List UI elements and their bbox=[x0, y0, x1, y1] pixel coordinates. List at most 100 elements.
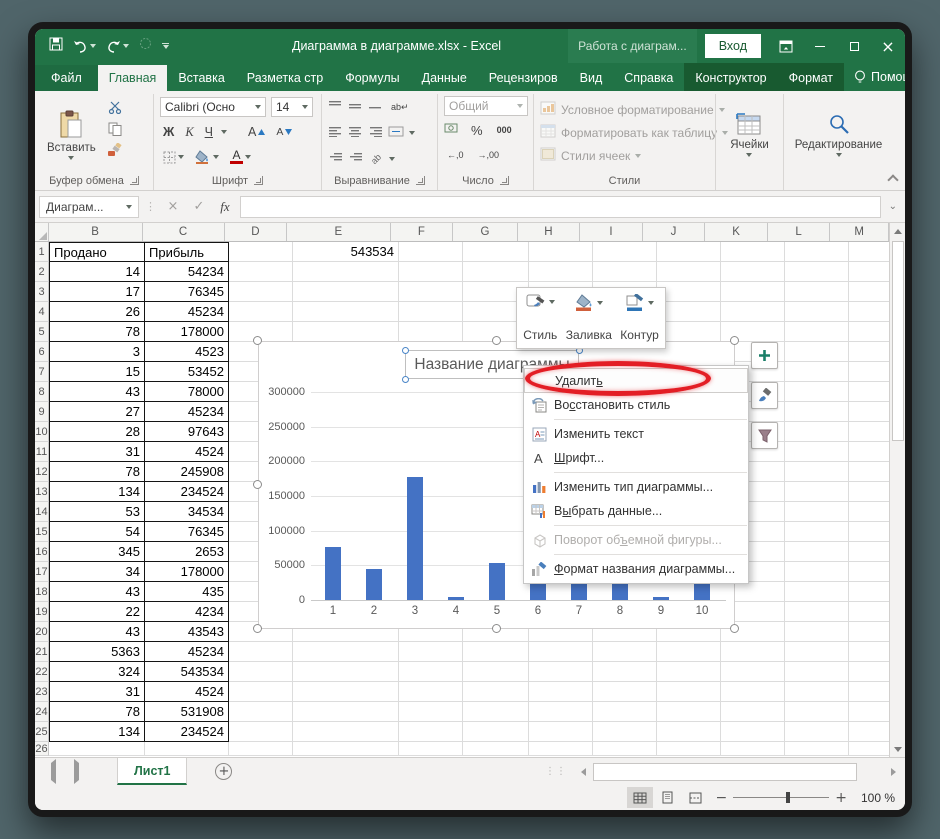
merge-caret[interactable] bbox=[409, 131, 415, 135]
cell-K21[interactable] bbox=[721, 642, 785, 662]
align-center-icon[interactable] bbox=[348, 124, 363, 142]
cell-M22[interactable] bbox=[849, 662, 889, 682]
cell-M20[interactable] bbox=[849, 622, 889, 642]
customize-qat-caret[interactable] bbox=[162, 43, 169, 49]
alignment-dialog-launcher[interactable] bbox=[416, 176, 425, 185]
cell-B14[interactable]: 53 bbox=[49, 502, 145, 522]
column-header-H[interactable]: H bbox=[518, 223, 581, 241]
row-header-19[interactable]: 19 bbox=[35, 602, 49, 622]
cell-M18[interactable] bbox=[849, 582, 889, 602]
cell-L2[interactable] bbox=[785, 262, 849, 282]
decrease-indent-icon[interactable] bbox=[328, 150, 343, 168]
font-name-select[interactable]: Calibri (Осно bbox=[160, 97, 266, 117]
cell-H2[interactable] bbox=[529, 262, 593, 282]
cell-B25[interactable]: 134 bbox=[49, 722, 145, 742]
row-header-3[interactable]: 3 bbox=[35, 282, 49, 302]
cell-M5[interactable] bbox=[849, 322, 889, 342]
chart-bar-2[interactable] bbox=[366, 569, 382, 600]
cell-M6[interactable] bbox=[849, 342, 889, 362]
ribbon-tab[interactable]: Вставка bbox=[167, 65, 235, 91]
copy-icon[interactable] bbox=[106, 121, 124, 136]
cell-C22[interactable]: 543534 bbox=[145, 662, 229, 682]
chart-resize-handle[interactable] bbox=[492, 624, 501, 633]
cell-M11[interactable] bbox=[849, 442, 889, 462]
row-header-16[interactable]: 16 bbox=[35, 542, 49, 562]
cell-F5[interactable] bbox=[399, 322, 463, 342]
menu-item[interactable]: Формат названия диаграммы... bbox=[524, 557, 748, 581]
zoom-in-button[interactable]: + bbox=[829, 790, 853, 806]
cell-K24[interactable] bbox=[721, 702, 785, 722]
percent-style-button[interactable]: % bbox=[468, 123, 486, 138]
cell-D26[interactable] bbox=[229, 742, 293, 756]
cell-M26[interactable] bbox=[849, 742, 889, 756]
ribbon-tab[interactable]: Формулы bbox=[334, 65, 410, 91]
cell-B3[interactable]: 17 bbox=[49, 282, 145, 302]
row-header-2[interactable]: 2 bbox=[35, 262, 49, 282]
cell-G23[interactable] bbox=[463, 682, 529, 702]
column-header-B[interactable]: B bbox=[49, 223, 143, 241]
cell-H1[interactable] bbox=[529, 242, 593, 262]
cell-M10[interactable] bbox=[849, 422, 889, 442]
ribbon-tab-file[interactable]: Файл bbox=[35, 65, 98, 91]
cell-F26[interactable] bbox=[399, 742, 463, 756]
normal-view-button[interactable] bbox=[627, 787, 653, 808]
cell-G1[interactable] bbox=[463, 242, 529, 262]
cell-E5[interactable] bbox=[293, 322, 399, 342]
cell-C11[interactable]: 4524 bbox=[145, 442, 229, 462]
cell-M19[interactable] bbox=[849, 602, 889, 622]
chart-resize-handle[interactable] bbox=[253, 336, 262, 345]
increase-indent-icon[interactable] bbox=[348, 150, 363, 168]
touch-mode-icon[interactable] bbox=[139, 37, 152, 55]
menu-item[interactable]: Изменить тип диаграммы... bbox=[524, 475, 748, 499]
cell-E3[interactable] bbox=[293, 282, 399, 302]
cell-C21[interactable]: 45234 bbox=[145, 642, 229, 662]
menu-item[interactable]: Восстановить стиль bbox=[524, 393, 748, 417]
formula-input[interactable] bbox=[240, 196, 881, 218]
cell-E21[interactable] bbox=[293, 642, 399, 662]
ribbon-tab[interactable]: Рецензиров bbox=[478, 65, 569, 91]
cell-F1[interactable] bbox=[399, 242, 463, 262]
chart-bar-9[interactable] bbox=[653, 597, 669, 600]
align-left-icon[interactable] bbox=[328, 124, 343, 142]
cell-L5[interactable] bbox=[785, 322, 849, 342]
cell-I23[interactable] bbox=[593, 682, 657, 702]
cell-M8[interactable] bbox=[849, 382, 889, 402]
cell-J25[interactable] bbox=[657, 722, 721, 742]
cell-L14[interactable] bbox=[785, 502, 849, 522]
menu-item[interactable]: Поворот объемной фигуры... bbox=[524, 528, 748, 552]
cell-C2[interactable]: 54234 bbox=[145, 262, 229, 282]
prev-sheet-button[interactable] bbox=[51, 763, 56, 781]
cell-K2[interactable] bbox=[721, 262, 785, 282]
cell-B18[interactable]: 43 bbox=[49, 582, 145, 602]
scroll-right-button[interactable] bbox=[885, 763, 901, 781]
cell-B11[interactable]: 31 bbox=[49, 442, 145, 462]
cell-E1[interactable]: 543534 bbox=[293, 242, 399, 262]
cell-C1[interactable]: Прибыль bbox=[145, 242, 229, 262]
cell-C23[interactable]: 4524 bbox=[145, 682, 229, 702]
cell-C16[interactable]: 2653 bbox=[145, 542, 229, 562]
cell-G21[interactable] bbox=[463, 642, 529, 662]
cell-J26[interactable] bbox=[657, 742, 721, 756]
column-header-C[interactable]: C bbox=[143, 223, 225, 241]
column-header-M[interactable]: M bbox=[830, 223, 889, 241]
cell-L23[interactable] bbox=[785, 682, 849, 702]
scroll-down-button[interactable] bbox=[890, 741, 906, 757]
row-header-21[interactable]: 21 bbox=[35, 642, 49, 662]
align-right-icon[interactable] bbox=[368, 124, 383, 142]
cell-I24[interactable] bbox=[593, 702, 657, 722]
cell-D24[interactable] bbox=[229, 702, 293, 722]
cell-F3[interactable] bbox=[399, 282, 463, 302]
increase-decimal-button[interactable]: ←,0 bbox=[444, 150, 467, 160]
cell-M17[interactable] bbox=[849, 562, 889, 582]
chart-bar-3[interactable] bbox=[407, 477, 423, 600]
vertical-scroll-thumb[interactable] bbox=[892, 241, 904, 441]
minimize-button[interactable] bbox=[803, 29, 837, 63]
chart-resize-handle[interactable] bbox=[492, 336, 501, 345]
column-header-G[interactable]: G bbox=[453, 223, 517, 241]
row-header-26[interactable]: 26 bbox=[35, 742, 49, 756]
grow-font-button[interactable]: А bbox=[245, 125, 268, 139]
row-header-5[interactable]: 5 bbox=[35, 322, 49, 342]
comma-style-button[interactable]: 000 bbox=[494, 125, 515, 135]
cell-M3[interactable] bbox=[849, 282, 889, 302]
cell-B24[interactable]: 78 bbox=[49, 702, 145, 722]
